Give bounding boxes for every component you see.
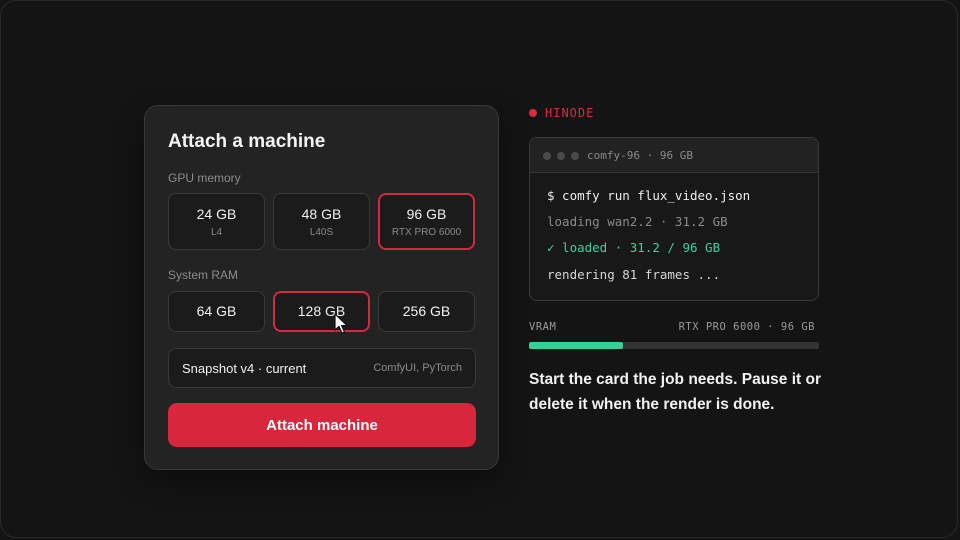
ram-option-256gb[interactable]: 256 GB: [378, 291, 475, 332]
brand-dot-icon: [529, 109, 537, 117]
terminal-line-command: $ comfy run flux_video.json: [547, 188, 751, 203]
gpu-memory-label: GPU memory: [168, 171, 241, 185]
brand-label: HINODE: [529, 106, 594, 120]
terminal-title-bar: comfy-96 · 96 GB: [530, 138, 818, 173]
gpu-option-size: 96 GB: [406, 206, 447, 222]
window-dot-icon: [571, 152, 579, 160]
window-dot-icon: [557, 152, 565, 160]
snapshot-selector[interactable]: Snapshot v4 · current ComfyUI, PyTorch: [168, 348, 476, 388]
app-frame: Attach a machine GPU memory 24 GB L4 48 …: [0, 0, 958, 538]
brand-name: HINODE: [545, 106, 595, 120]
ram-option-size: 128 GB: [297, 303, 346, 319]
card-title: Attach a machine: [168, 131, 326, 152]
terminal-title: comfy-96 · 96 GB: [587, 149, 693, 162]
gpu-option-model: RTX PRO 6000: [391, 227, 462, 238]
window-dot-icon: [543, 152, 551, 160]
vram-label: VRAM: [529, 321, 557, 333]
terminal-line-loading: loading wan2.2 · 31.2 GB: [547, 214, 728, 229]
system-ram-label: System RAM: [168, 268, 239, 282]
gpu-option-size: 48 GB: [301, 206, 342, 222]
gpu-option-24gb[interactable]: 24 GB L4: [168, 193, 265, 250]
terminal-line-loaded: ✓ loaded · 31.2 / 96 GB: [547, 240, 721, 255]
vram-usage-fill: [529, 342, 624, 349]
mouse-pointer-icon: [334, 313, 348, 334]
terminal-window: comfy-96 · 96 GB $ comfy run flux_video.…: [529, 137, 819, 301]
gpu-option-48gb[interactable]: 48 GB L40S: [273, 193, 370, 250]
ram-option-size: 256 GB: [402, 303, 451, 319]
ram-option-size: 64 GB: [196, 303, 237, 319]
terminal-line-rendering: rendering 81 frames ...: [547, 267, 721, 282]
tagline: Start the card the job needs. Pause it o…: [529, 371, 821, 413]
attach-machine-button[interactable]: Attach machine: [168, 403, 476, 447]
snapshot-title: Snapshot v4 · current: [182, 361, 307, 376]
gpu-option-model: L4: [210, 227, 223, 238]
snapshot-contents: ComfyUI, PyTorch: [373, 362, 462, 374]
gpu-option-size: 24 GB: [196, 206, 237, 222]
vram-capacity: RTX PRO 6000 · 96 GB: [678, 321, 815, 333]
attach-machine-card: Attach a machine GPU memory 24 GB L4 48 …: [144, 105, 499, 470]
gpu-option-model: L40S: [309, 227, 334, 238]
ram-option-128gb[interactable]: 128 GB: [273, 291, 370, 332]
vram-usage-bar: [529, 342, 819, 349]
gpu-option-96gb[interactable]: 96 GB RTX PRO 6000: [378, 193, 475, 250]
ram-option-64gb[interactable]: 64 GB: [168, 291, 265, 332]
